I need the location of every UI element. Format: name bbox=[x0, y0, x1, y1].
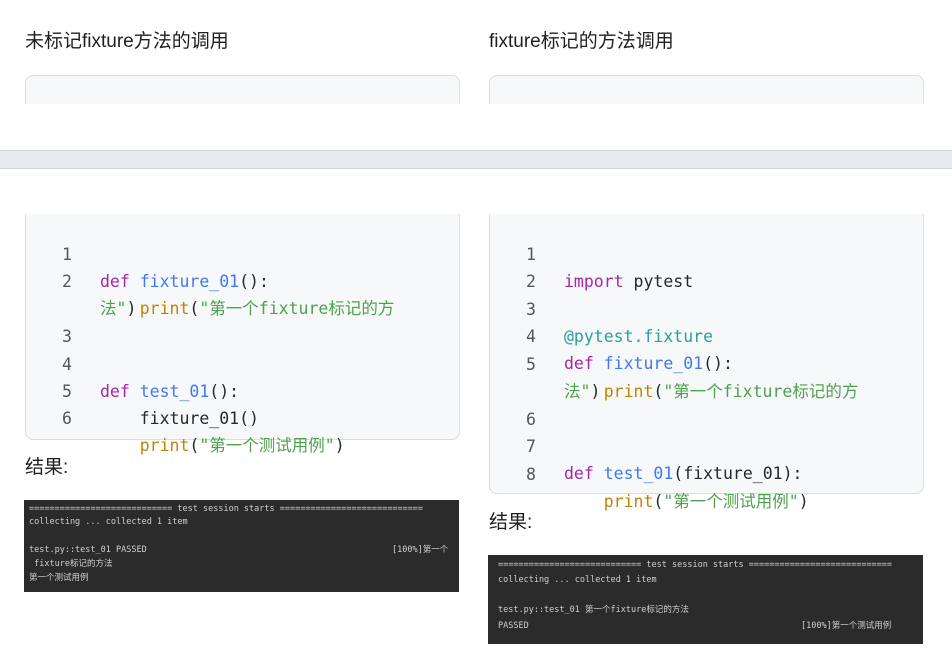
result-label-left: 结果: bbox=[25, 457, 69, 478]
heading-marked-fixture: fixture标记的方法调用 bbox=[489, 31, 674, 52]
terminal-line: [100%]第一个测试用例 bbox=[801, 621, 892, 631]
code-line: 5 fixture_01() bbox=[62, 382, 259, 428]
terminal-output-right: ============================ test sessio… bbox=[488, 555, 923, 644]
terminal-line: PASSED bbox=[498, 621, 529, 631]
terminal-output-left: ============================ test sessio… bbox=[24, 500, 459, 592]
code-line: 2 bbox=[526, 272, 536, 291]
code-line: 1 import pytest bbox=[526, 245, 694, 291]
result-label-right: 结果: bbox=[489, 512, 533, 533]
terminal-line: collecting ... collected 1 item bbox=[498, 575, 657, 585]
scroll-gap bbox=[0, 104, 952, 150]
terminal-line: 第一个测试用例 bbox=[29, 573, 89, 583]
code-line: 2 print("第一个fixture标记的方 bbox=[62, 272, 395, 318]
code-line-wrap: 法") bbox=[100, 299, 137, 318]
terminal-line: test.py::test_01 PASSED bbox=[29, 545, 147, 555]
terminal-line: [100%]第一个 bbox=[392, 545, 449, 555]
code-line: 4 def test_01(): bbox=[62, 355, 240, 401]
code-line: 4 def fixture_01(): bbox=[526, 327, 733, 373]
terminal-line: ============================ test sessio… bbox=[498, 560, 893, 570]
heading-unmarked-fixture: 未标记fixture方法的调用 bbox=[25, 31, 229, 52]
terminal-line: ============================ test sessio… bbox=[29, 504, 424, 514]
code-line: 6 print("第一个测试用例") bbox=[62, 409, 345, 455]
code-block-right: 1 import pytest 2 3 @pytest.fixture 4 de… bbox=[489, 214, 924, 511]
code-line: 1 def fixture_01(): bbox=[62, 245, 269, 291]
code-line: 3 @pytest.fixture bbox=[526, 300, 714, 346]
separator-bar bbox=[0, 150, 952, 169]
terminal-line: fixture标记的方法 bbox=[29, 559, 113, 569]
code-block-left: 1 def fixture_01(): 2 print("第一个fixture标… bbox=[25, 214, 460, 455]
code-line: 6 bbox=[526, 410, 536, 429]
terminal-line: test.py::test_01 第一个fixture标记的方法 bbox=[498, 605, 689, 615]
terminal-line: collecting ... collected 1 item bbox=[29, 517, 188, 527]
code-line: 3 bbox=[62, 327, 72, 346]
code-line-wrap: 法") bbox=[564, 382, 601, 401]
code-line: 8 print("第一个测试用例") bbox=[526, 465, 809, 511]
code-line: 5 print("第一个fixture标记的方 bbox=[526, 355, 859, 401]
code-line: 7 def test_01(fixture_01): bbox=[526, 437, 803, 483]
